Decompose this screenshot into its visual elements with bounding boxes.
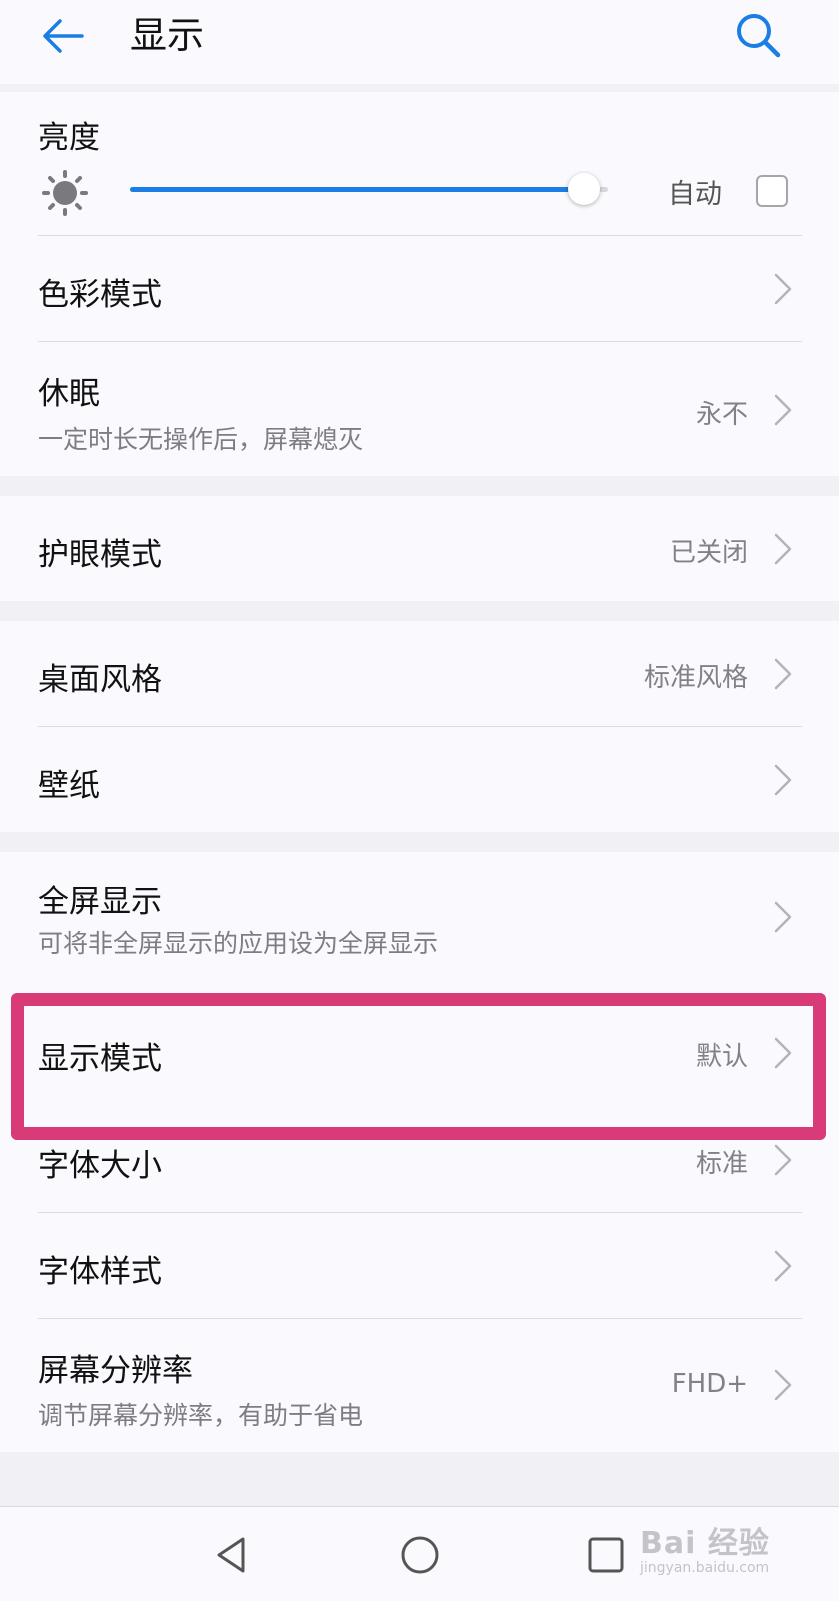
chevron-right-icon — [774, 901, 792, 933]
eye-comfort-row[interactable]: 护眼模式 已关闭 — [0, 496, 839, 601]
baidu-jingyan-watermark: Bai 经验 jingyan.baidu.com — [640, 1518, 770, 1576]
brightness-slider-fill — [130, 187, 585, 192]
nav-recents-icon[interactable] — [578, 1527, 634, 1583]
resolution-title: 屏幕分辨率 — [38, 1353, 193, 1389]
eye-comfort-value: 已关闭 — [669, 538, 748, 568]
display-mode-value: 默认 — [695, 1042, 748, 1072]
auto-brightness-checkbox[interactable] — [756, 175, 788, 207]
chevron-right-icon — [774, 1144, 792, 1176]
full-screen-subtitle: 可将非全屏显示的应用设为全屏显示 — [38, 929, 439, 958]
sleep-subtitle: 一定时长无操作后，屏幕熄灭 — [38, 425, 364, 454]
home-style-row[interactable]: 桌面风格 标准风格 — [0, 621, 839, 726]
home-style-value: 标准风格 — [643, 663, 748, 693]
nav-home-icon[interactable] — [392, 1527, 448, 1583]
sleep-value: 永不 — [695, 400, 748, 430]
resolution-row[interactable]: 屏幕分辨率 调节屏幕分辨率，有助于省电 FHD+ — [0, 1319, 839, 1452]
wallpaper-row[interactable]: 壁纸 — [0, 727, 839, 832]
chevron-right-icon — [774, 1250, 792, 1282]
brightness-title: 亮度 — [38, 120, 100, 156]
chevron-right-icon — [774, 394, 792, 426]
chevron-right-icon — [774, 533, 792, 565]
auto-brightness-label: 自动 — [668, 179, 722, 210]
brightness-slider-thumb[interactable] — [568, 173, 601, 205]
chevron-right-icon — [774, 1037, 792, 1069]
chevron-right-icon — [774, 764, 792, 796]
sleep-title: 休眠 — [38, 376, 100, 412]
back-arrow-icon[interactable] — [40, 12, 88, 60]
brightness-sun-icon — [42, 170, 88, 216]
font-size-title: 字体大小 — [38, 1148, 162, 1184]
color-mode-title: 色彩模式 — [38, 277, 162, 313]
font-style-title: 字体样式 — [38, 1254, 162, 1290]
brightness-slider[interactable] — [130, 187, 608, 192]
brightness-row: 亮度 — [0, 92, 839, 235]
search-icon[interactable] — [733, 10, 783, 60]
home-style-title: 桌面风格 — [38, 662, 162, 698]
chevron-right-icon — [774, 273, 792, 305]
display-mode-title: 显示模式 — [38, 1041, 162, 1077]
full-screen-row[interactable]: 全屏显示 可将非全屏显示的应用设为全屏显示 — [0, 852, 839, 986]
chevron-right-icon — [774, 1369, 792, 1401]
nav-back-icon[interactable] — [205, 1527, 261, 1583]
resolution-value: FHD+ — [671, 1369, 748, 1399]
resolution-subtitle: 调节屏幕分辨率，有助于省电 — [38, 1401, 364, 1430]
app-bar: 显示 — [0, 0, 839, 84]
watermark-sub: jingyan.baidu.com — [640, 1560, 770, 1576]
font-style-row[interactable]: 字体样式 — [0, 1213, 839, 1318]
display-mode-row[interactable]: 显示模式 默认 — [0, 1000, 839, 1105]
wallpaper-title: 壁纸 — [38, 768, 100, 804]
full-screen-title: 全屏显示 — [38, 884, 162, 920]
sleep-row[interactable]: 休眠 一定时长无操作后，屏幕熄灭 永不 — [0, 342, 839, 476]
chevron-right-icon — [774, 658, 792, 690]
color-mode-row[interactable]: 色彩模式 — [0, 236, 839, 341]
font-size-value: 标准 — [695, 1149, 748, 1179]
page-title: 显示 — [130, 14, 204, 57]
eye-comfort-title: 护眼模式 — [38, 537, 162, 573]
watermark-main: Bai 经验 — [640, 1526, 770, 1561]
font-size-row[interactable]: 字体大小 标准 — [0, 1107, 839, 1212]
